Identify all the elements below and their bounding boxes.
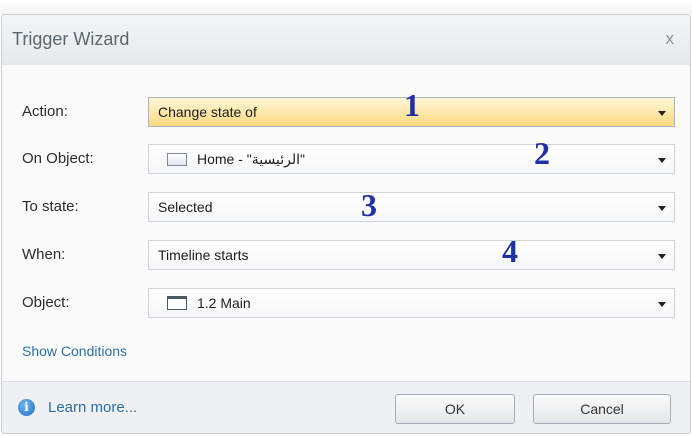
to-state-dropdown[interactable]: Selected — [148, 192, 675, 222]
trigger-wizard-dialog: Trigger Wizard x Action: Change state of… — [1, 14, 691, 434]
on-object-label: On Object: — [22, 150, 94, 167]
cancel-button[interactable]: Cancel — [533, 394, 671, 424]
chevron-down-icon — [658, 111, 666, 116]
top-band — [0, 0, 692, 14]
chevron-down-icon — [658, 302, 666, 307]
ok-button[interactable]: OK — [395, 394, 515, 424]
annotation-marker-2: 2 — [534, 135, 550, 171]
chevron-down-icon — [658, 158, 666, 163]
dialog-title: Trigger Wizard — [12, 29, 130, 49]
info-icon[interactable]: i — [18, 399, 35, 416]
action-label: Action: — [22, 103, 68, 120]
when-dropdown[interactable]: Timeline starts — [148, 240, 675, 270]
close-icon[interactable]: x — [666, 29, 675, 49]
learn-more-link[interactable]: Learn more... — [48, 399, 137, 416]
action-value: Change state of — [158, 104, 257, 120]
chevron-down-icon — [658, 254, 666, 259]
annotation-marker-1: 1 — [404, 87, 420, 123]
to-state-label: To state: — [22, 198, 79, 215]
on-object-dropdown[interactable]: Home - "الرئيسية" — [148, 144, 675, 174]
object-value: 1.2 Main — [197, 295, 251, 311]
when-value: Timeline starts — [158, 247, 249, 263]
show-conditions-link[interactable]: Show Conditions — [22, 343, 127, 359]
object-dropdown[interactable]: 1.2 Main — [148, 288, 675, 318]
on-object-value: Home - "الرئيسية" — [197, 151, 305, 167]
object-icon — [167, 153, 187, 166]
object-label: Object: — [22, 294, 70, 311]
annotation-marker-4: 4 — [502, 233, 518, 269]
to-state-value: Selected — [158, 199, 213, 215]
when-label: When: — [22, 246, 66, 263]
dialog-footer: i Learn more... OK Cancel — [2, 381, 690, 433]
window-icon — [167, 296, 187, 310]
annotation-marker-3: 3 — [361, 187, 377, 223]
dialog-body: Action: Change state of 1 On Object: Hom… — [2, 65, 690, 381]
chevron-down-icon — [658, 206, 666, 211]
title-bar: Trigger Wizard x — [2, 15, 690, 66]
